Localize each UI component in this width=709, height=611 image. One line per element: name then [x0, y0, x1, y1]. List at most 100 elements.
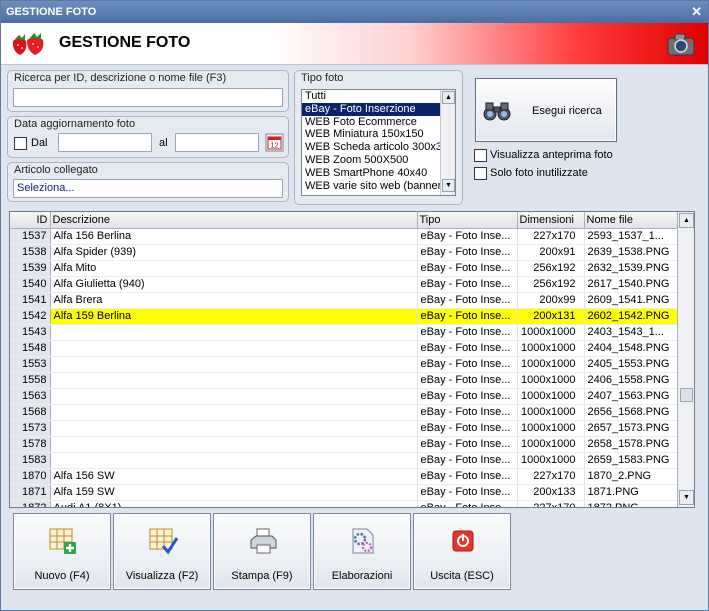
cell-type[interactable]: eBay - Foto Inse... [417, 404, 518, 421]
unused-only-checkbox[interactable] [474, 167, 487, 180]
cell-description[interactable]: Alfa 159 Berlina [50, 308, 418, 325]
cell-dimensions[interactable]: 1000x1000 [517, 404, 585, 421]
cell-description[interactable] [50, 340, 418, 357]
cell-description[interactable]: Alfa Giulietta (940) [50, 276, 418, 293]
cell-filename[interactable]: 2658_1578.PNG [584, 436, 679, 453]
cell-type[interactable]: eBay - Foto Inse... [417, 308, 518, 325]
cell-filename[interactable]: 2656_1568.PNG [584, 404, 679, 421]
cell-id[interactable]: 1870 [10, 468, 51, 485]
cell-filename[interactable]: 2617_1540.PNG [584, 276, 679, 293]
list-item[interactable]: WEB Scheda articolo 300x300 [302, 141, 455, 154]
cell-dimensions[interactable]: 1000x1000 [517, 388, 585, 405]
table-row[interactable]: 1542 Alfa 159 Berlina eBay - Foto Inse... 2… [10, 308, 679, 325]
table-row[interactable]: 1537 Alfa 156 Berlina eBay - Foto Inse... 2… [10, 228, 679, 245]
cell-id[interactable]: 1578 [10, 436, 51, 453]
cell-dimensions[interactable]: 227x170 [517, 500, 585, 507]
photo-type-listbox[interactable]: Tutti eBay - Foto Inserzione WEB Foto Ec… [301, 89, 456, 196]
date-from-field[interactable] [58, 133, 152, 152]
table-row[interactable]: 1558 eBay - Foto Inse... 1000x1000 2406_155… [10, 372, 679, 389]
table-row[interactable]: 1548 eBay - Foto Inse... 1000x1000 2404_154… [10, 340, 679, 357]
cell-type[interactable]: eBay - Foto Inse... [417, 452, 518, 469]
scroll-up-icon[interactable]: ▲ [442, 91, 455, 104]
cell-description[interactable] [50, 420, 418, 437]
cell-filename[interactable]: 2659_1583.PNG [584, 452, 679, 469]
cell-filename[interactable]: 2632_1539.PNG [584, 260, 679, 277]
cell-id[interactable]: 1543 [10, 324, 51, 341]
cell-filename[interactable]: 2403_1543_1... [584, 324, 679, 341]
list-item[interactable]: WEB Zoom 500X500 [302, 154, 455, 167]
cell-description[interactable] [50, 372, 418, 389]
cell-id[interactable]: 1872 [10, 500, 51, 507]
column-header-id[interactable]: ID [10, 212, 51, 229]
cell-type[interactable]: eBay - Foto Inse... [417, 436, 518, 453]
cell-type[interactable]: eBay - Foto Inse... [417, 372, 518, 389]
table-row[interactable]: 1540 Alfa Giulietta (940) eBay - Foto Inse… [10, 276, 679, 293]
scroll-thumb[interactable] [680, 388, 693, 402]
cell-dimensions[interactable]: 200x133 [517, 484, 585, 501]
cell-dimensions[interactable]: 200x131 [517, 308, 585, 325]
cell-description[interactable]: Alfa Spider (939) [50, 244, 418, 261]
cell-description[interactable] [50, 404, 418, 421]
cell-description[interactable]: Alfa Brera [50, 292, 418, 309]
cell-type[interactable]: eBay - Foto Inse... [417, 324, 518, 341]
table-row[interactable]: 1538 Alfa Spider (939) eBay - Foto Inse...… [10, 244, 679, 261]
cell-dimensions[interactable]: 1000x1000 [517, 452, 585, 469]
table-row[interactable]: 1553 eBay - Foto Inse... 1000x1000 2405_155… [10, 356, 679, 373]
list-item[interactable]: WEB varie sito web (banner [302, 180, 455, 193]
cell-description[interactable]: Alfa 156 Berlina [50, 228, 418, 245]
cell-id[interactable]: 1573 [10, 420, 51, 437]
processing-button[interactable]: Elaborazioni [313, 513, 411, 590]
table-row[interactable]: 1541 Alfa Brera eBay - Foto Inse... 200x99 2… [10, 292, 679, 309]
cell-id[interactable]: 1568 [10, 404, 51, 421]
column-header-description[interactable]: Descrizione [50, 212, 418, 229]
new-button[interactable]: Nuovo (F4) [13, 513, 111, 590]
cell-filename[interactable]: 1870_2.PNG [584, 468, 679, 485]
cell-dimensions[interactable]: 256x192 [517, 276, 585, 293]
cell-dimensions[interactable]: 1000x1000 [517, 324, 585, 341]
cell-dimensions[interactable]: 1000x1000 [517, 436, 585, 453]
cell-type[interactable]: eBay - Foto Inse... [417, 228, 518, 245]
scroll-up-icon[interactable]: ▲ [679, 213, 694, 228]
cell-dimensions[interactable]: 200x99 [517, 292, 585, 309]
calendar-icon[interactable]: 12 [265, 133, 284, 152]
date-filter-checkbox[interactable] [14, 137, 27, 150]
date-to-field[interactable] [175, 133, 259, 152]
column-header-dimensions[interactable]: Dimensioni [517, 212, 585, 229]
cell-description[interactable]: Audi A1 (8X1) [50, 500, 418, 507]
cell-id[interactable]: 1553 [10, 356, 51, 373]
cell-filename[interactable]: 2404_1548.PNG [584, 340, 679, 357]
cell-description[interactable] [50, 324, 418, 341]
table-row[interactable]: 1563 eBay - Foto Inse... 1000x1000 2407_156… [10, 388, 679, 405]
table-row[interactable]: 1539 Alfa Mito eBay - Foto Inse... 256x192 2… [10, 260, 679, 277]
cell-type[interactable]: eBay - Foto Inse... [417, 260, 518, 277]
cell-id[interactable]: 1583 [10, 452, 51, 469]
cell-type[interactable]: eBay - Foto Inse... [417, 292, 518, 309]
close-icon[interactable]: ✕ [691, 1, 702, 23]
table-row[interactable]: 1871 Alfa 159 SW eBay - Foto Inse... 200x13… [10, 484, 679, 501]
cell-type[interactable]: eBay - Foto Inse... [417, 340, 518, 357]
scroll-down-icon[interactable]: ▼ [679, 490, 694, 505]
listbox-scrollbar[interactable]: ▲ ▼ [440, 90, 455, 195]
cell-type[interactable]: eBay - Foto Inse... [417, 484, 518, 501]
scroll-down-icon[interactable]: ▼ [442, 179, 455, 192]
cell-type[interactable]: eBay - Foto Inse... [417, 388, 518, 405]
cell-description[interactable] [50, 356, 418, 373]
preview-checkbox[interactable] [474, 149, 487, 162]
cell-type[interactable]: eBay - Foto Inse... [417, 244, 518, 261]
list-item[interactable]: WEB Miniatura 150x150 [302, 128, 455, 141]
cell-filename[interactable]: 2602_1542.PNG [584, 308, 679, 325]
table-row[interactable]: 1568 eBay - Foto Inse... 1000x1000 2656_156… [10, 404, 679, 421]
cell-id[interactable]: 1558 [10, 372, 51, 389]
cell-dimensions[interactable]: 1000x1000 [517, 420, 585, 437]
cell-type[interactable]: eBay - Foto Inse... [417, 468, 518, 485]
cell-id[interactable]: 1548 [10, 340, 51, 357]
print-button[interactable]: Stampa (F9) [213, 513, 311, 590]
table-row[interactable]: 1872 Audi A1 (8X1) eBay - Foto Inse... 227x… [10, 500, 679, 507]
cell-type[interactable]: eBay - Foto Inse... [417, 356, 518, 373]
cell-id[interactable]: 1539 [10, 260, 51, 277]
cell-type[interactable]: eBay - Foto Inse... [417, 276, 518, 293]
cell-id[interactable]: 1871 [10, 484, 51, 501]
article-selector[interactable]: Seleziona... [13, 179, 283, 198]
grid-scrollbar[interactable]: ▲ ▼ [677, 212, 694, 507]
cell-id[interactable]: 1563 [10, 388, 51, 405]
